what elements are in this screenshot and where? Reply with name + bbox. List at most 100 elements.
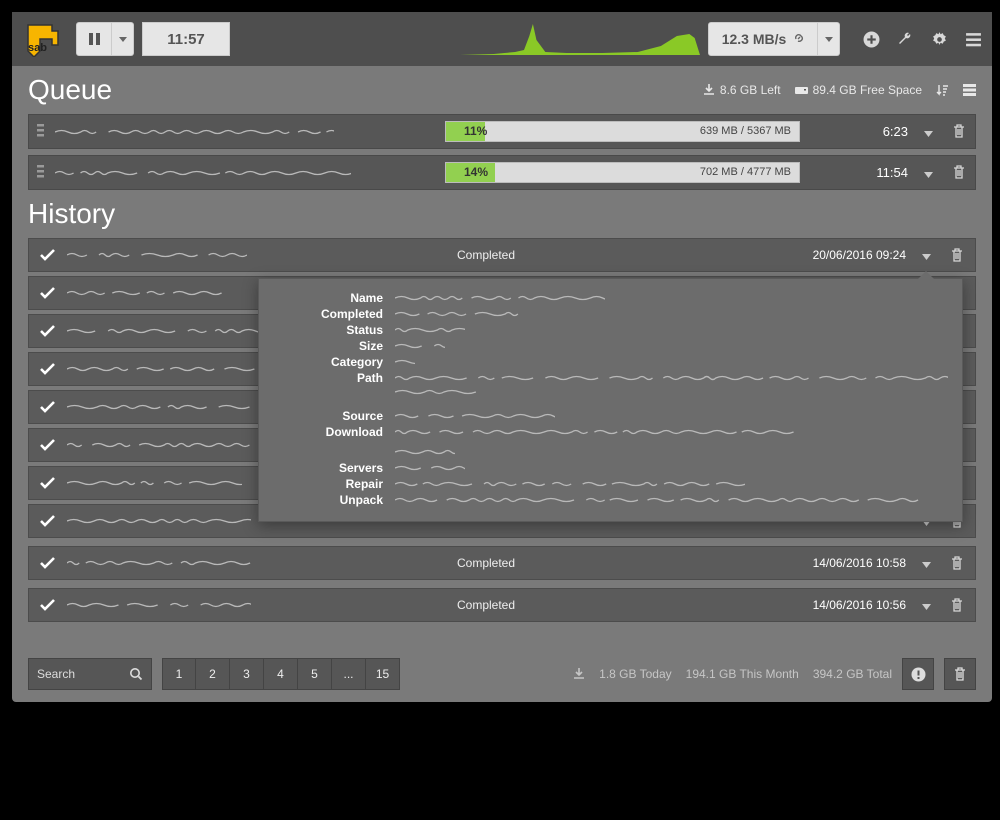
queue-title: Queue xyxy=(28,74,112,106)
history-item-status: Completed xyxy=(457,556,577,570)
speed-limit-dropdown[interactable] xyxy=(818,22,840,56)
progress-percent: 14% xyxy=(464,165,488,179)
check-icon xyxy=(39,398,57,416)
detail-value xyxy=(395,409,948,423)
detail-value xyxy=(395,355,948,369)
history-row[interactable]: Completed 20/06/2016 09:24 xyxy=(28,238,976,272)
queue-row[interactable]: 11% 639 MB / 5367 MB 6:23 xyxy=(28,114,976,149)
history-item-name xyxy=(67,598,447,612)
page-button[interactable]: 4 xyxy=(264,658,298,690)
detail-value xyxy=(395,493,948,507)
queue-eta: 6:23 xyxy=(854,124,908,139)
detail-value xyxy=(395,339,948,353)
check-icon xyxy=(39,554,57,572)
queue-item-name xyxy=(55,125,435,139)
queue-free-space: 89.4 GB Free Space xyxy=(795,83,922,97)
add-icon[interactable] xyxy=(862,30,880,48)
warning-icon[interactable] xyxy=(902,658,934,690)
progress-text: 702 MB / 4777 MB xyxy=(700,166,791,178)
row-expand-icon[interactable] xyxy=(922,249,934,261)
sort-icon[interactable] xyxy=(936,84,949,97)
svg-text:sab: sab xyxy=(28,42,47,54)
detail-value xyxy=(395,307,948,321)
speed-graph xyxy=(460,22,700,56)
detail-label: Category xyxy=(273,355,383,369)
progress-bar: 14% 702 MB / 4777 MB xyxy=(445,162,800,183)
progress-percent: 11% xyxy=(464,124,487,138)
row-expand-icon[interactable] xyxy=(922,557,934,569)
delete-icon[interactable] xyxy=(952,165,967,180)
detail-label: Source xyxy=(273,409,383,423)
history-section-header: History xyxy=(12,190,992,238)
speed-limit-button[interactable]: 12.3 MB/s xyxy=(708,22,818,56)
history-item-status: Completed xyxy=(457,248,577,262)
row-expand-icon[interactable] xyxy=(924,167,936,179)
delete-icon[interactable] xyxy=(950,598,965,613)
queue-list: 11% 639 MB / 5367 MB 6:23 14% 702 MB / 4… xyxy=(12,114,992,190)
footer: Search 12345...15 1.8 GB Today 194.1 GB … xyxy=(12,648,992,702)
queue-row[interactable]: 14% 702 MB / 4777 MB 11:54 xyxy=(28,155,976,190)
detail-label: Repair xyxy=(273,477,383,491)
pause-options-dropdown[interactable] xyxy=(112,22,134,56)
detail-label: Completed xyxy=(273,307,383,321)
wrench-icon[interactable] xyxy=(896,30,914,48)
history-item-date: 20/06/2016 09:24 xyxy=(813,248,906,262)
delete-icon[interactable] xyxy=(950,556,965,571)
history-item-date: 14/06/2016 10:58 xyxy=(813,556,906,570)
clear-history-icon[interactable] xyxy=(944,658,976,690)
search-icon xyxy=(129,667,143,681)
history-row[interactable]: Completed 14/06/2016 10:56 xyxy=(28,588,976,622)
app-logo: sab xyxy=(22,21,68,57)
link-icon xyxy=(792,33,804,45)
detail-value xyxy=(395,291,948,305)
footer-stats: 1.8 GB Today 194.1 GB This Month 394.2 G… xyxy=(573,667,892,681)
history-list: Completed 20/06/2016 09:24 xyxy=(12,238,992,632)
queue-eta: 11:54 xyxy=(854,165,908,180)
check-icon xyxy=(39,596,57,614)
check-icon xyxy=(39,512,57,530)
pause-button-group xyxy=(76,22,134,56)
page-button[interactable]: 3 xyxy=(230,658,264,690)
history-title: History xyxy=(28,198,115,230)
history-item-date: 14/06/2016 10:56 xyxy=(813,598,906,612)
gear-icon[interactable] xyxy=(930,30,948,48)
top-bar: sab 11:57 12.3 MB/s xyxy=(12,12,992,66)
check-icon xyxy=(39,360,57,378)
detail-label: Name xyxy=(273,291,383,305)
drag-handle-icon[interactable] xyxy=(37,165,45,181)
page-button[interactable]: 15 xyxy=(366,658,400,690)
header-icon-bar xyxy=(862,30,982,48)
history-item-name xyxy=(67,556,447,570)
view-toggle-icon[interactable] xyxy=(963,84,976,96)
detail-value xyxy=(395,477,948,491)
page-button[interactable]: 1 xyxy=(162,658,196,690)
drag-handle-icon[interactable] xyxy=(37,124,45,140)
queue-item-name xyxy=(55,166,435,180)
check-icon xyxy=(39,246,57,264)
row-expand-icon[interactable] xyxy=(922,599,934,611)
search-input[interactable]: Search xyxy=(28,658,152,690)
time-remaining-button[interactable]: 11:57 xyxy=(142,22,230,56)
row-expand-icon[interactable] xyxy=(924,126,936,138)
check-icon xyxy=(39,284,57,302)
page-button[interactable]: 5 xyxy=(298,658,332,690)
detail-label: Unpack xyxy=(273,493,383,507)
delete-icon[interactable] xyxy=(952,124,967,139)
check-icon xyxy=(39,436,57,454)
pause-button[interactable] xyxy=(76,22,112,56)
history-row[interactable]: Completed 14/06/2016 10:58 xyxy=(28,546,976,580)
page-button[interactable]: 2 xyxy=(196,658,230,690)
check-icon xyxy=(39,322,57,340)
detail-label: Size xyxy=(273,339,383,353)
progress-text: 639 MB / 5367 MB xyxy=(700,125,791,137)
detail-label: Servers xyxy=(273,461,383,475)
detail-label: Status xyxy=(273,323,383,337)
pagination: 12345...15 xyxy=(162,658,400,690)
delete-icon[interactable] xyxy=(950,248,965,263)
menu-icon[interactable] xyxy=(964,30,982,48)
detail-value xyxy=(395,461,948,475)
page-button[interactable]: ... xyxy=(332,658,366,690)
queue-size-left: 8.6 GB Left xyxy=(703,83,781,97)
speed-limit-group: 12.3 MB/s xyxy=(708,22,840,56)
history-item-status: Completed xyxy=(457,598,577,612)
